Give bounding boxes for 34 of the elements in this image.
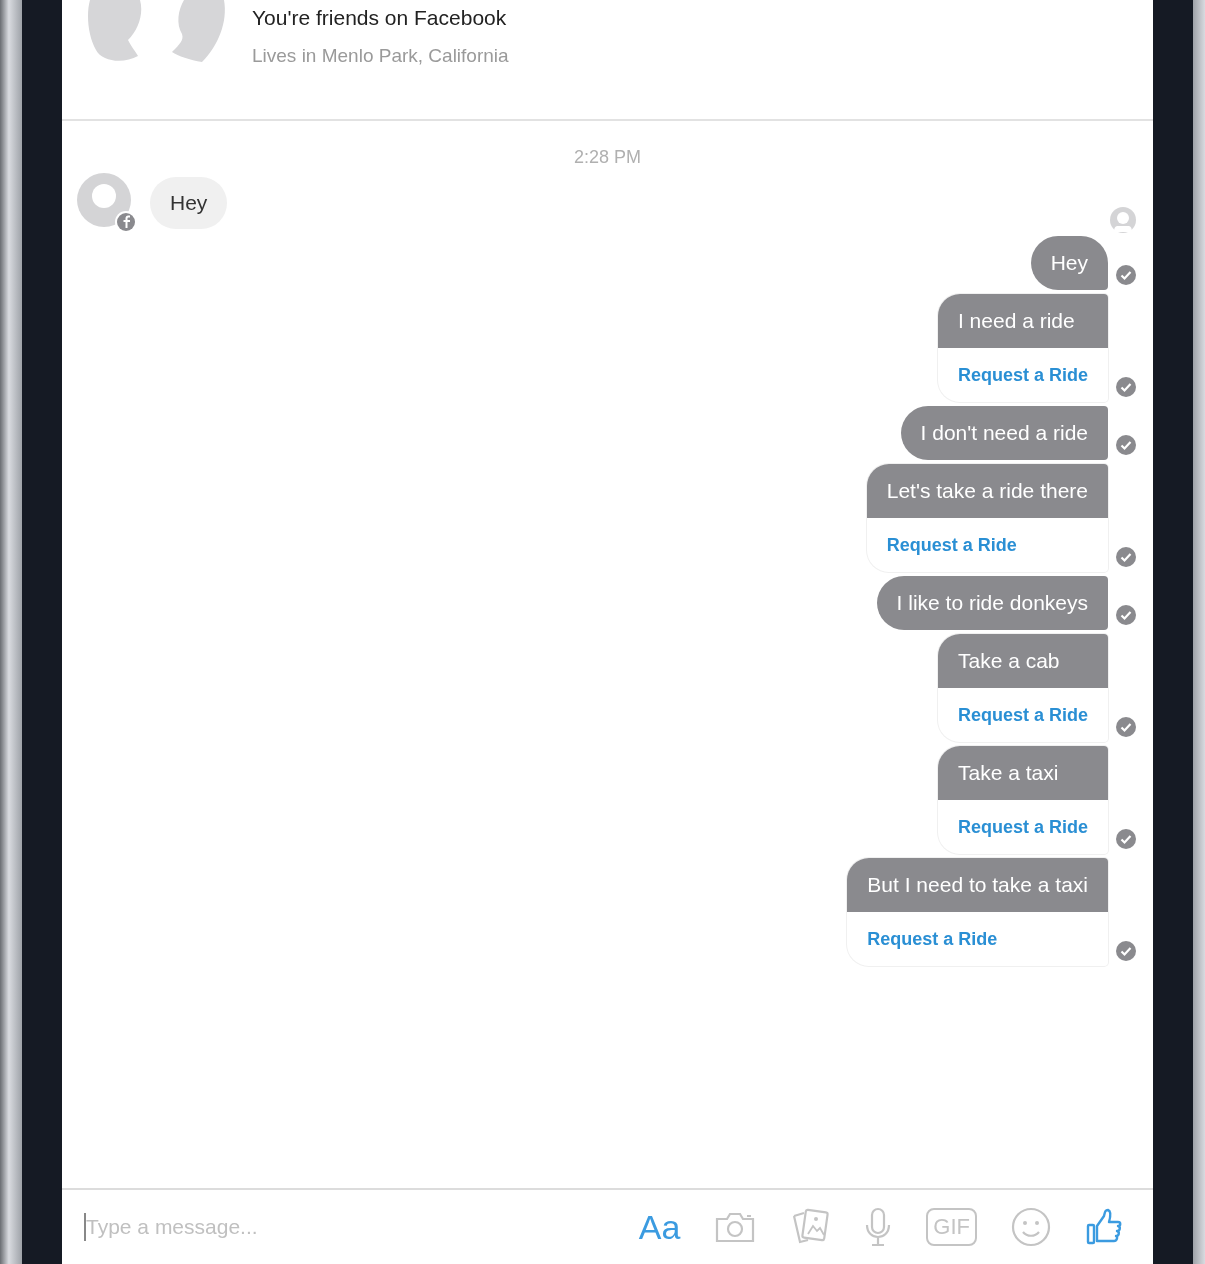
delivered-check-icon — [1115, 264, 1137, 286]
delivered-check-icon — [1115, 376, 1137, 398]
request-ride-link[interactable]: Request a Ride — [937, 688, 1108, 742]
sent-message: I like to ride donkeys — [876, 576, 1108, 630]
sent-message: Let's take a ride there — [866, 464, 1108, 518]
text-format-button[interactable]: Aa — [638, 1207, 681, 1247]
seen-avatar-icon — [1109, 206, 1137, 234]
delivered-check-icon — [1115, 940, 1137, 962]
sent-message: Hey — [1030, 236, 1108, 290]
delivered-check-icon — [1115, 434, 1137, 456]
sent-message: Take a taxi — [937, 746, 1108, 800]
received-message: Hey — [150, 177, 228, 229]
friends-status: You're friends on Facebook — [252, 5, 508, 31]
delivered-check-icon — [1115, 546, 1137, 568]
request-ride-link[interactable]: Request a Ride — [937, 800, 1108, 854]
message-input[interactable]: Type a message... — [84, 1213, 639, 1241]
sent-message: But I need to take a taxi — [847, 858, 1108, 912]
location-text: Lives in Menlo Park, California — [252, 44, 509, 68]
microphone-icon[interactable] — [864, 1207, 893, 1247]
sent-message: I need a ride — [937, 294, 1108, 348]
sent-message: I don't need a ride — [900, 406, 1108, 460]
request-ride-link[interactable]: Request a Ride — [847, 912, 1108, 966]
sent-message: Take a cab — [937, 634, 1108, 688]
photos-icon[interactable] — [790, 1208, 831, 1246]
request-ride-link[interactable]: Request a Ride — [937, 348, 1108, 402]
timestamp: 2:28 PM — [572, 147, 642, 168]
delivered-check-icon — [1115, 828, 1137, 850]
emoji-icon[interactable] — [1011, 1207, 1051, 1247]
avatar-icon — [76, 172, 138, 234]
camera-icon[interactable] — [714, 1210, 757, 1244]
request-ride-link[interactable]: Request a Ride — [866, 518, 1108, 572]
delivered-check-icon — [1115, 716, 1137, 738]
delivered-check-icon — [1115, 604, 1137, 626]
like-icon[interactable] — [1085, 1208, 1123, 1246]
